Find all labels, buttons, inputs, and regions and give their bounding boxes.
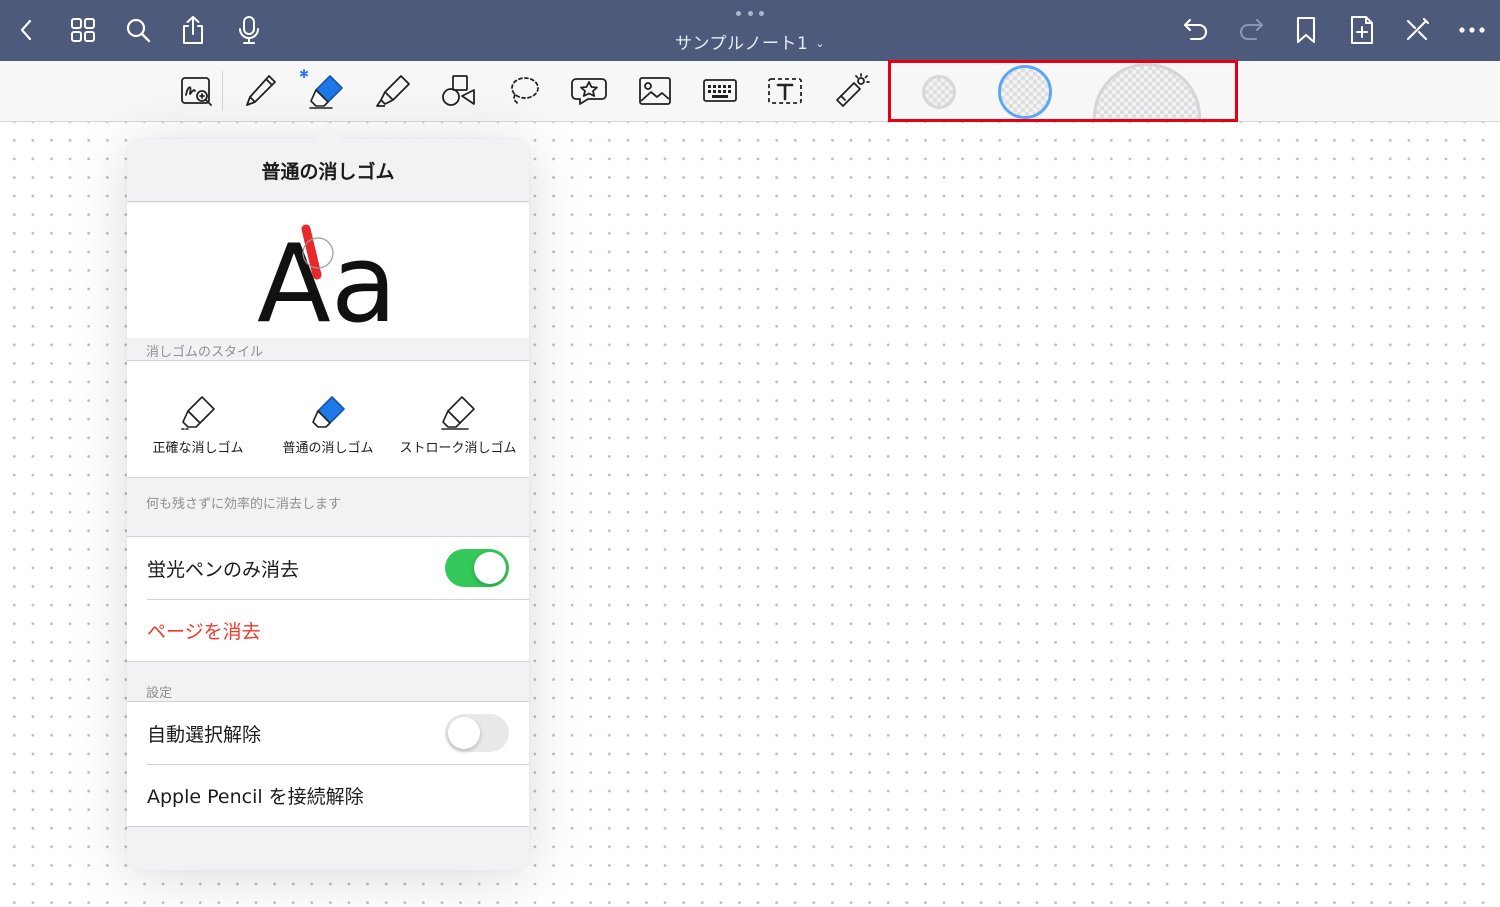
text-box-tool[interactable] [763, 69, 807, 113]
preview-text: Aa [257, 222, 397, 338]
highlighter-only-toggle[interactable] [445, 549, 509, 587]
eraser-size-large[interactable] [1093, 63, 1201, 119]
more-button[interactable] [1452, 10, 1492, 50]
grid-icon [71, 18, 95, 42]
search-button[interactable] [118, 10, 158, 50]
toolbar-divider [222, 71, 223, 111]
disconnect-pencil-button[interactable]: Apple Pencil を接続解除 [127, 764, 529, 826]
bookmark-icon [1296, 16, 1316, 44]
disconnect-pencil-label: Apple Pencil を接続解除 [147, 785, 364, 808]
lasso-tool[interactable] [502, 69, 546, 113]
undo-button[interactable] [1176, 10, 1216, 50]
popover-arrow [313, 122, 343, 140]
clear-page-button[interactable]: ページを消去 [127, 599, 529, 661]
settings-section-label: 設定 [146, 686, 173, 701]
highlighter-only-label: 蛍光ペンのみ消去 [147, 558, 300, 581]
library-grid-button[interactable] [63, 10, 103, 50]
close-icon [1406, 17, 1430, 41]
more-icon [1459, 27, 1485, 33]
eraser-settings-popover: 普通の消しゴム Aa 消しゴムのスタイル 正確な消しゴム 普通の消しゴム ストロ… [127, 139, 529, 870]
pen-icon [246, 75, 276, 106]
keyboard-icon [703, 79, 737, 102]
window-drag-handle[interactable] [736, 9, 764, 17]
microphone-icon [239, 16, 259, 44]
eraser-icon [309, 75, 343, 109]
eraser-actions-group: 蛍光ペンのみ消去 ページを消去 [127, 536, 529, 662]
auto-deselect-toggle[interactable] [445, 714, 509, 752]
text-box-icon [768, 78, 802, 104]
eraser-size-small[interactable] [922, 75, 956, 109]
search-icon [126, 18, 151, 43]
pen-tool[interactable] [238, 69, 282, 113]
style-label: ストローク消しゴム [399, 441, 517, 456]
auto-deselect-row[interactable]: 自動選択解除 [127, 702, 529, 764]
eraser-size-selector [888, 60, 1238, 122]
shapes-tool[interactable] [436, 69, 480, 113]
add-page-icon [1351, 16, 1373, 44]
standard-eraser-icon [312, 396, 345, 428]
eraser-tool[interactable] [304, 69, 348, 113]
clear-page-label: ページを消去 [147, 620, 261, 643]
style-label: 正確な消しゴム [152, 441, 244, 456]
sticker-icon [571, 78, 607, 105]
eraser-style-options: 正確な消しゴム 普通の消しゴム ストローク消しゴム [127, 360, 529, 478]
popover-title: 普通の消しゴム [127, 139, 529, 202]
eraser-size-medium[interactable] [998, 65, 1052, 119]
chevron-down-icon: ⌄ [815, 37, 826, 50]
zoom-window-tool[interactable] [175, 69, 219, 113]
toggle-knob [474, 552, 506, 584]
eraser-preview: Aa [127, 203, 529, 347]
stroke-eraser-icon [441, 396, 475, 430]
style-section-label: 消しゴムのスタイル [146, 345, 264, 360]
bookmark-button[interactable] [1286, 10, 1326, 50]
auto-deselect-label: 自動選択解除 [147, 723, 262, 746]
style-stroke-eraser[interactable]: ストローク消しゴム [393, 391, 523, 461]
highlighter-tool[interactable] [371, 69, 415, 113]
lasso-icon [511, 77, 539, 106]
style-standard-eraser[interactable]: 普通の消しゴム [263, 391, 393, 461]
back-icon [20, 19, 32, 41]
microphone-button[interactable] [229, 10, 269, 50]
sticker-tool[interactable] [567, 69, 611, 113]
document-title[interactable]: サンプルノート1 ⌄ [600, 29, 900, 54]
back-button[interactable] [7, 10, 47, 50]
keyboard-tool[interactable] [698, 69, 742, 113]
undo-icon [1183, 18, 1208, 41]
highlighter-only-row[interactable]: 蛍光ペンのみ消去 [127, 537, 529, 599]
image-tool[interactable] [633, 69, 677, 113]
toggle-knob [448, 717, 480, 749]
document-title-text: サンプルノート1 [674, 34, 809, 54]
share-button[interactable] [173, 10, 213, 50]
laser-pointer-icon [836, 73, 870, 107]
image-icon [639, 77, 671, 105]
precise-eraser-icon [181, 396, 215, 430]
eraser-preview-graphic: Aa [257, 222, 397, 347]
redo-icon [1239, 18, 1264, 41]
close-tools-button[interactable] [1397, 10, 1437, 50]
style-description: 何も残さずに効率的に消去します [146, 497, 342, 512]
style-precise-eraser[interactable]: 正確な消しゴム [133, 391, 263, 461]
share-icon [183, 16, 203, 44]
zoom-window-icon [181, 77, 212, 106]
highlighter-icon [376, 75, 410, 107]
top-navigation-bar: サンプルノート1 ⌄ [0, 0, 1500, 61]
shapes-icon [442, 75, 475, 106]
tool-bar: ✱ [0, 61, 1500, 122]
style-label: 普通の消しゴム [282, 441, 374, 456]
redo-button[interactable] [1231, 10, 1271, 50]
laser-pointer-tool[interactable] [829, 69, 873, 113]
settings-group: 自動選択解除 Apple Pencil を接続解除 [127, 701, 529, 827]
add-page-button[interactable] [1342, 10, 1382, 50]
